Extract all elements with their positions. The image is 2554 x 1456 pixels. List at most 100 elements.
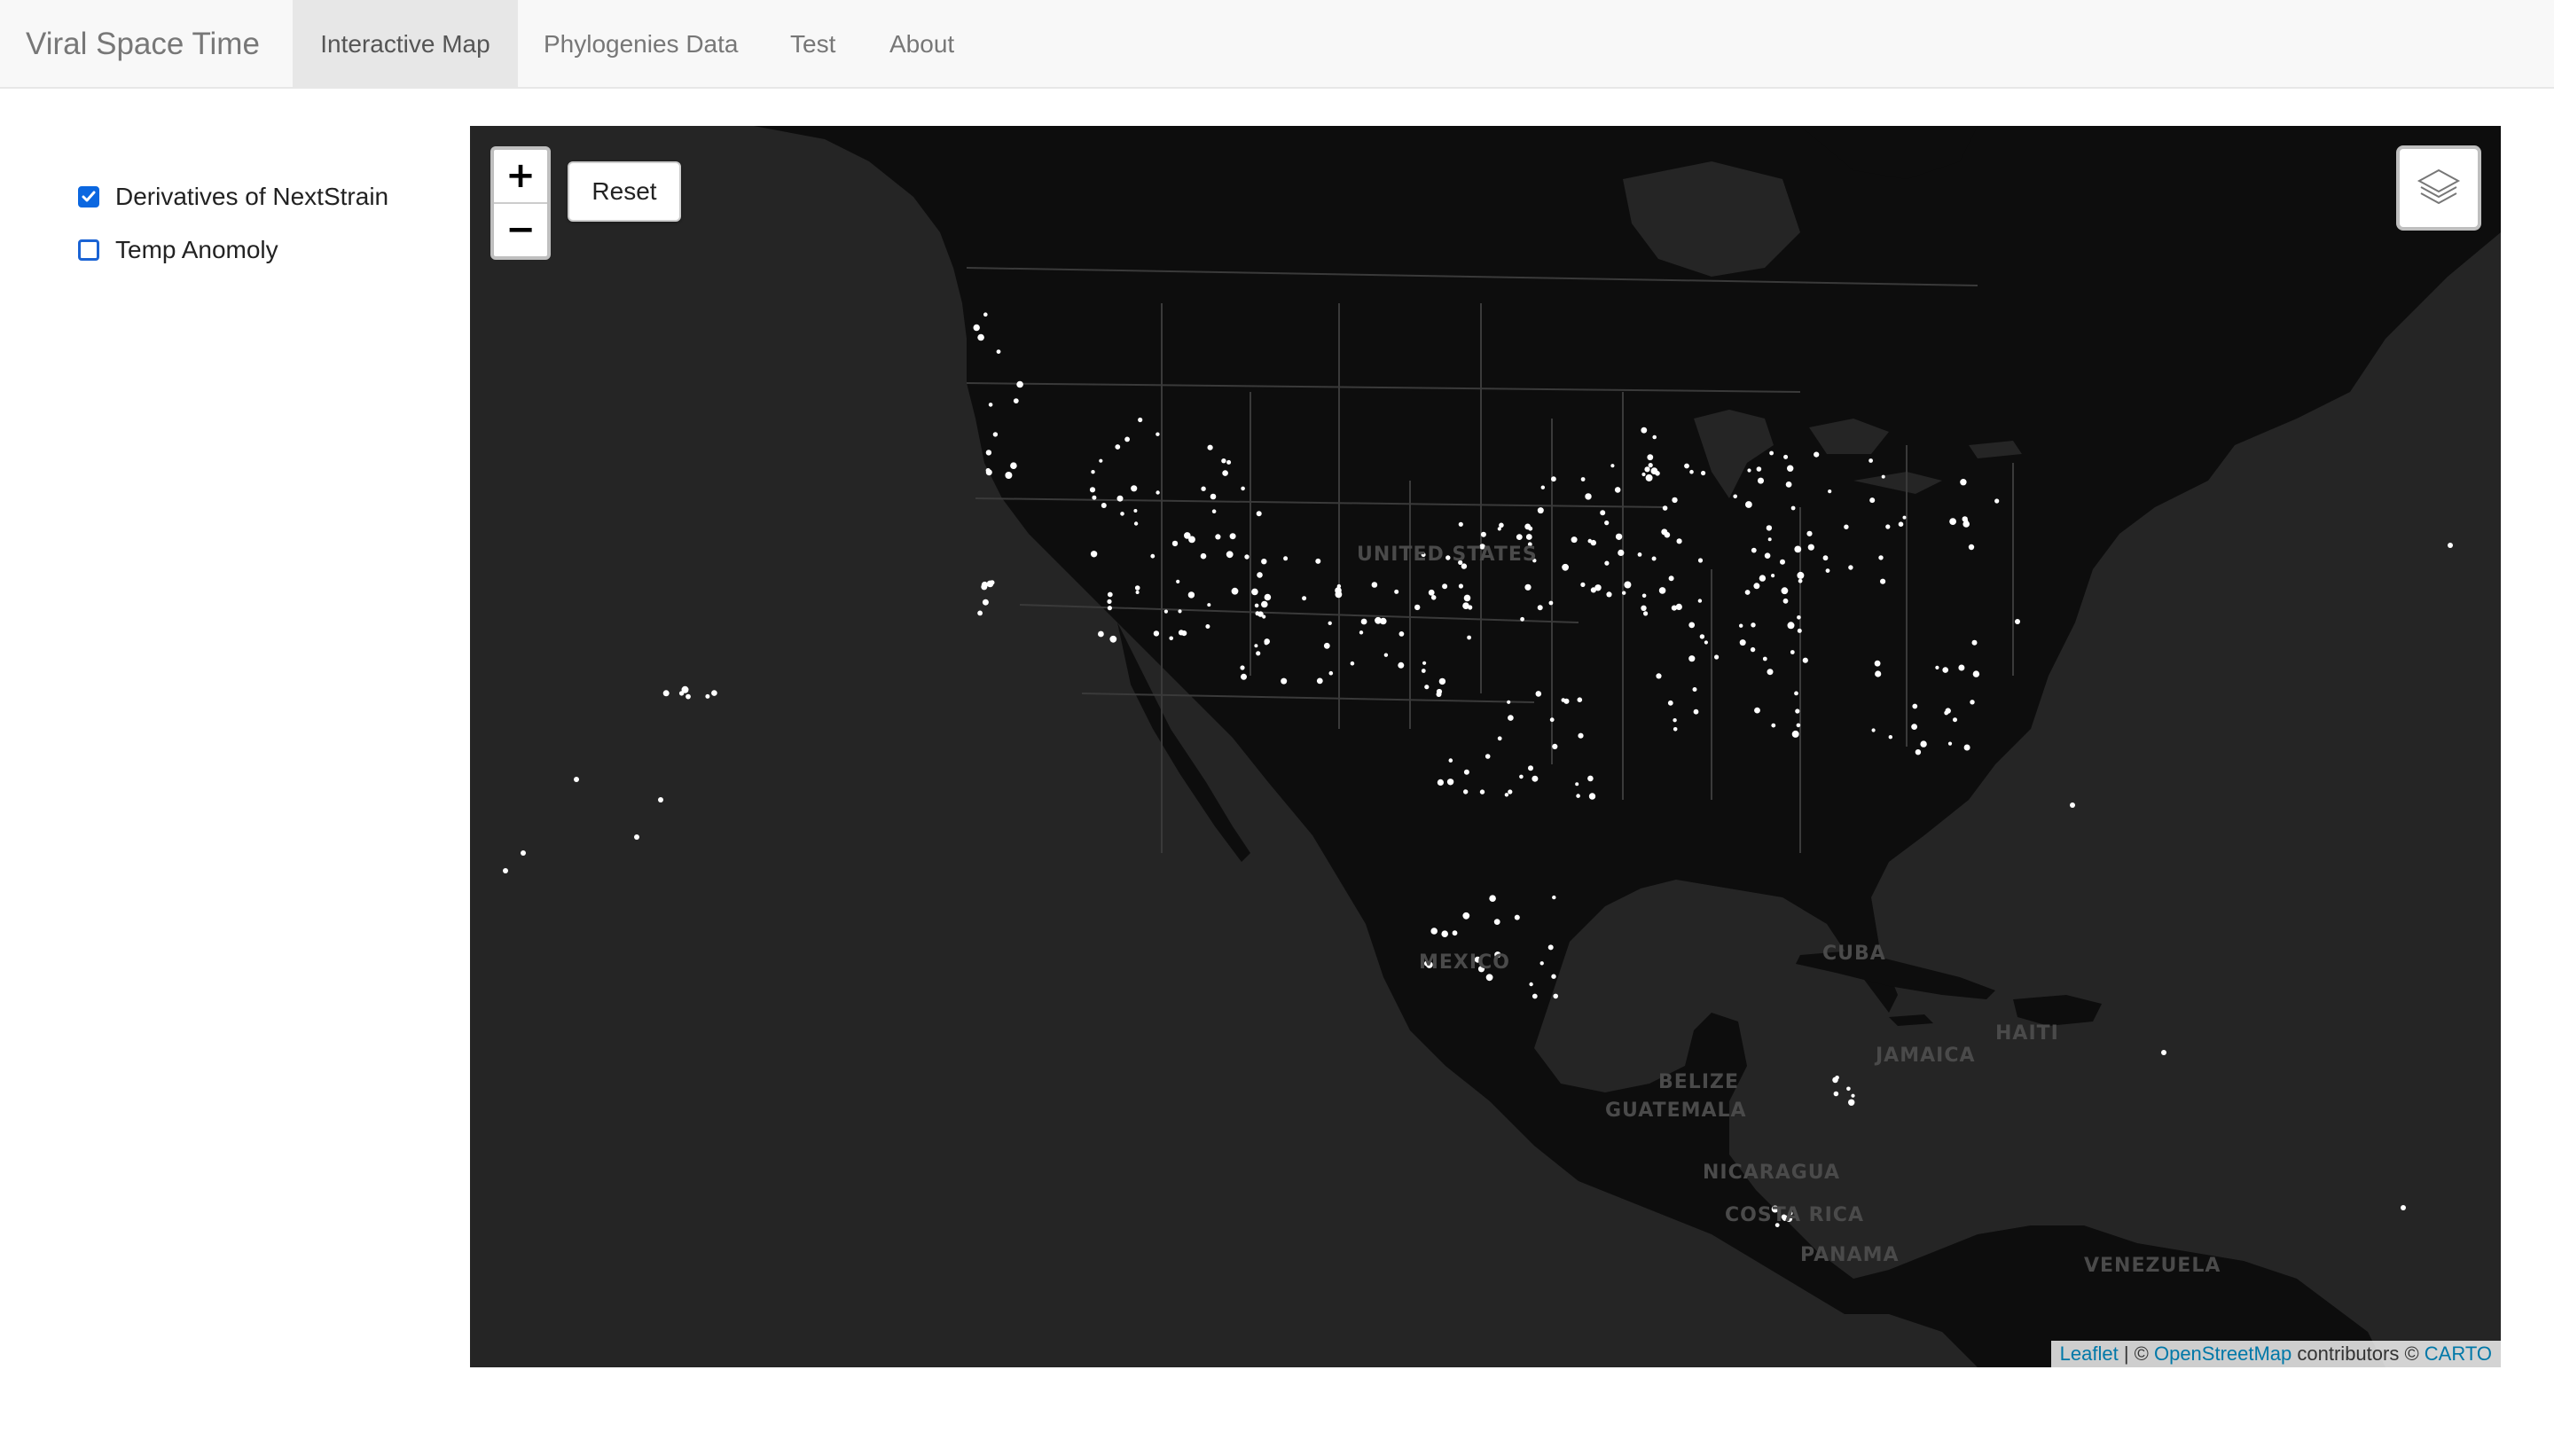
map-canvas[interactable]: UNITED STATES MEXICO CUBA HAITI JAMAICA … — [470, 126, 2501, 1367]
data-point — [1590, 539, 1597, 546]
data-point — [1878, 555, 1884, 560]
brand-title[interactable]: Viral Space Time — [26, 0, 260, 89]
data-point — [1871, 728, 1876, 732]
data-point — [1676, 538, 1682, 544]
data-point — [1643, 611, 1649, 616]
data-point — [1673, 718, 1677, 723]
data-point — [1874, 660, 1881, 667]
interactive-map[interactable]: UNITED STATES MEXICO CUBA HAITI JAMAICA … — [470, 126, 2501, 1367]
data-point — [1942, 667, 1948, 673]
tab-test[interactable]: Test — [790, 0, 835, 87]
data-point — [686, 693, 691, 700]
data-point — [1479, 789, 1485, 795]
tab-interactive-map[interactable]: Interactive Map — [293, 0, 518, 87]
zoom-in-button[interactable]: + — [494, 150, 547, 204]
data-point — [1945, 708, 1951, 714]
data-point — [1244, 554, 1250, 560]
data-point — [1692, 687, 1697, 692]
data-point — [1210, 493, 1217, 500]
reset-button[interactable]: Reset — [568, 161, 681, 222]
data-point — [1771, 723, 1776, 728]
checkbox-nextstrain[interactable] — [78, 186, 99, 207]
data-point — [1446, 779, 1454, 786]
data-point — [1422, 661, 1427, 665]
data-point — [1600, 510, 1606, 516]
data-point — [1797, 615, 1801, 620]
data-point — [1153, 630, 1160, 637]
tab-about[interactable]: About — [889, 0, 954, 87]
country-label: BELIZE — [1658, 1071, 1739, 1093]
data-point — [678, 691, 685, 696]
data-point — [1463, 789, 1469, 795]
checkbox-temp-anomoly[interactable] — [78, 239, 99, 261]
data-point — [1585, 493, 1592, 500]
data-point — [1398, 661, 1405, 669]
data-point — [1468, 605, 1473, 610]
data-point — [1641, 427, 1648, 434]
data-point — [1551, 974, 1556, 979]
data-point — [1524, 583, 1532, 591]
data-point — [1797, 571, 1805, 579]
data-point — [1787, 465, 1794, 472]
data-point — [1947, 741, 1953, 746]
carto-link[interactable]: CARTO — [2425, 1342, 2492, 1365]
data-point — [1587, 775, 1594, 782]
data-point — [1254, 603, 1259, 608]
data-point — [1791, 730, 1799, 738]
data-point — [1562, 563, 1569, 571]
data-point — [1667, 700, 1673, 706]
data-point — [1519, 774, 1524, 779]
data-point — [1604, 521, 1610, 526]
tab-phylogenies-data[interactable]: Phylogenies Data — [544, 0, 738, 87]
data-point — [1553, 993, 1558, 999]
data-point — [1262, 614, 1266, 619]
data-point — [1421, 669, 1426, 673]
data-point — [1580, 582, 1586, 588]
data-point — [1781, 587, 1789, 595]
data-point — [1537, 507, 1544, 514]
data-point — [1869, 497, 1876, 504]
data-point — [1101, 503, 1107, 508]
data-point — [662, 690, 670, 697]
data-point — [1169, 636, 1173, 641]
data-point — [1016, 380, 1023, 388]
data-point — [634, 834, 639, 840]
data-point — [1960, 479, 1967, 486]
data-point — [1133, 509, 1138, 513]
data-point — [1201, 486, 1206, 491]
data-point — [1756, 466, 1762, 472]
data-point — [1222, 470, 1228, 476]
data-point — [1881, 474, 1885, 479]
layers-control[interactable] — [2396, 145, 2481, 231]
data-point — [1187, 591, 1195, 599]
data-point — [1508, 789, 1513, 795]
data-point — [1532, 993, 1538, 999]
data-point — [1714, 654, 1720, 660]
data-point — [1184, 532, 1191, 539]
data-point — [1328, 670, 1334, 676]
data-point — [1641, 593, 1647, 599]
data-point — [1156, 490, 1160, 495]
data-point — [1783, 454, 1789, 459]
data-point — [1656, 673, 1662, 679]
leaflet-link[interactable]: Leaflet — [2060, 1342, 2119, 1365]
openstreetmap-link[interactable]: OpenStreetMap — [2154, 1342, 2292, 1365]
data-point — [1107, 591, 1113, 598]
data-point — [1767, 537, 1772, 542]
data-point — [1688, 622, 1696, 629]
data-point — [1328, 621, 1332, 625]
data-point — [1452, 930, 1458, 936]
data-point — [996, 349, 1001, 354]
data-point — [1759, 575, 1767, 582]
data-point — [1668, 575, 1674, 582]
data-point — [1428, 589, 1435, 596]
data-point — [1828, 489, 1832, 494]
data-point — [2015, 619, 2020, 624]
data-point — [1785, 481, 1792, 488]
zoom-out-button[interactable]: − — [494, 204, 547, 256]
data-point — [988, 403, 993, 407]
data-point — [1754, 707, 1760, 714]
data-point — [1672, 497, 1678, 504]
country-label: MEXICO — [1419, 951, 1510, 974]
data-point — [1205, 624, 1210, 629]
